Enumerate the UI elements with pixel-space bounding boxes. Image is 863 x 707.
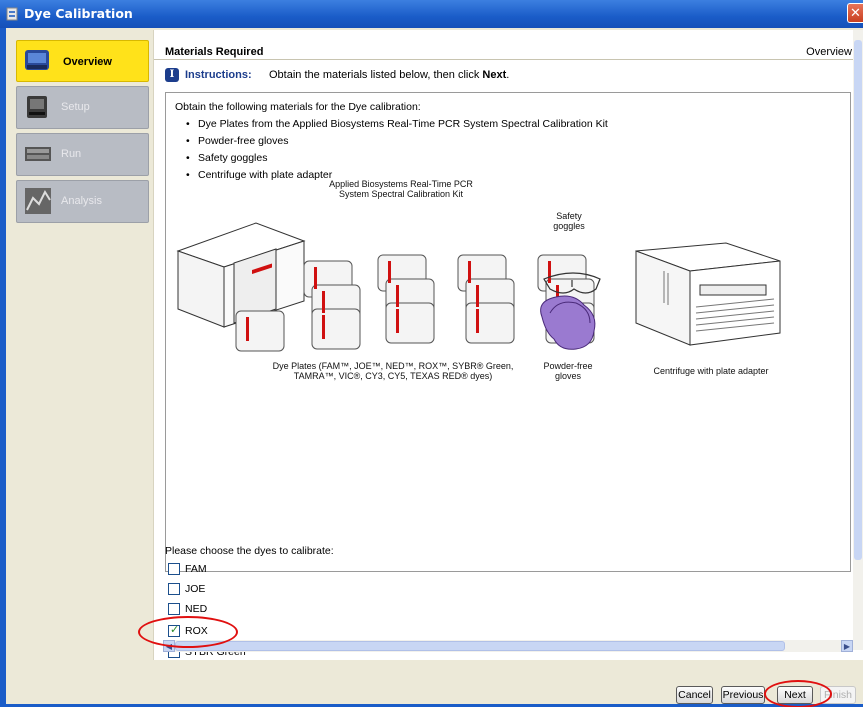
instructions-text: Obtain the materials listed below, then … (269, 69, 509, 81)
nav-label: Overview (63, 56, 112, 68)
instructions-next-word: Next (482, 69, 507, 81)
centrifuge-caption: Centrifuge with plate adapter (653, 366, 769, 376)
materials-list: Dye Plates from the Applied Biosystems R… (186, 118, 608, 186)
centrifuge-drawing (635, 242, 781, 346)
materials-illustration: Applied Biosystems Real-Time PCR System S… (166, 179, 852, 403)
info-icon: I (165, 68, 179, 82)
previous-button[interactable]: Previous (721, 686, 765, 704)
kit-caption-line-2: System Spectral Calibration Kit (338, 189, 464, 199)
gloves-caption: Powder-free gloves (530, 361, 606, 381)
next-highlight-annotation (764, 680, 832, 707)
goggles-caption: Safety goggles (534, 211, 604, 231)
nav-item-overview[interactable]: Overview (16, 40, 149, 82)
breadcrumb: Overview (806, 46, 852, 58)
window-title: Dye Calibration (24, 6, 133, 21)
dye-label: JOE (185, 583, 206, 595)
vertical-scroll-thumb[interactable] (854, 40, 862, 560)
list-item: Powder-free gloves (186, 135, 608, 152)
page-title: Materials Required (165, 46, 264, 58)
nav-item-setup[interactable]: Setup (16, 86, 149, 129)
wizard-steps-nav: Overview Setup Run Analysis (16, 40, 149, 227)
kit-caption-line-1: Applied Biosystems Real-Time PCR (329, 179, 473, 189)
horizontal-scroll-thumb[interactable] (175, 641, 785, 651)
vertical-scrollbar[interactable] (853, 30, 863, 650)
checkbox-fam[interactable] (168, 563, 180, 575)
goggles-caption-line-1: Safety (556, 211, 582, 221)
nav-item-run[interactable]: Run (16, 133, 149, 176)
close-button[interactable]: ✕ (847, 3, 863, 23)
nav-item-analysis[interactable]: Analysis (16, 180, 149, 223)
instructions-body: Obtain the materials listed below, then … (269, 69, 483, 81)
nav-label: Setup (61, 101, 90, 113)
plates-caption-line-1: Dye Plates (FAM™, JOE™, NED™, ROX™, SYBR… (272, 361, 514, 371)
cancel-button[interactable]: Cancel (676, 686, 713, 704)
dye-label: NED (185, 603, 208, 615)
run-icon (23, 139, 53, 169)
nav-label: Run (61, 148, 82, 160)
kit-caption: Applied Biosystems Real-Time PCR System S… (326, 179, 476, 199)
rox-highlight-annotation (138, 616, 238, 648)
materials-content-box: Obtain the following materials for the D… (165, 92, 851, 572)
overview-icon (23, 46, 53, 76)
goggles-caption-line-2: goggles (553, 221, 585, 231)
setup-icon (23, 92, 53, 122)
app-icon (6, 7, 18, 21)
panel-header: Materials Required Overview (154, 30, 854, 60)
checkbox-joe[interactable] (168, 583, 180, 595)
plates-caption-line-2: TAMRA™, VIC®, CY3, CY5, TEXAS RED® dyes) (293, 371, 493, 381)
horizontal-scrollbar[interactable]: ◀ ▶ (163, 640, 853, 652)
dye-selection-title: Please choose the dyes to calibrate: (165, 545, 334, 557)
plates-caption: Dye Plates (FAM™, JOE™, NED™, ROX™, SYBR… (248, 361, 538, 381)
scroll-right-arrow-icon[interactable]: ▶ (841, 640, 853, 652)
materials-intro: Obtain the following materials for the D… (175, 101, 421, 113)
window-titlebar: Dye Calibration ✕ (0, 0, 863, 28)
list-item: Safety goggles (186, 152, 608, 169)
gloves-caption-line-2: gloves (554, 371, 581, 381)
list-item: Dye Plates from the Applied Biosystems R… (186, 118, 608, 135)
instructions-label: Instructions: (185, 69, 252, 81)
instructions-period: . (506, 69, 510, 81)
main-panel: Materials Required Overview I Instructio… (153, 30, 863, 660)
gloves-caption-line-1: Powder-free (543, 361, 593, 371)
nav-label: Analysis (61, 195, 102, 207)
dye-label: FAM (185, 563, 207, 575)
checkbox-ned[interactable] (168, 603, 180, 615)
analysis-icon (23, 186, 53, 216)
